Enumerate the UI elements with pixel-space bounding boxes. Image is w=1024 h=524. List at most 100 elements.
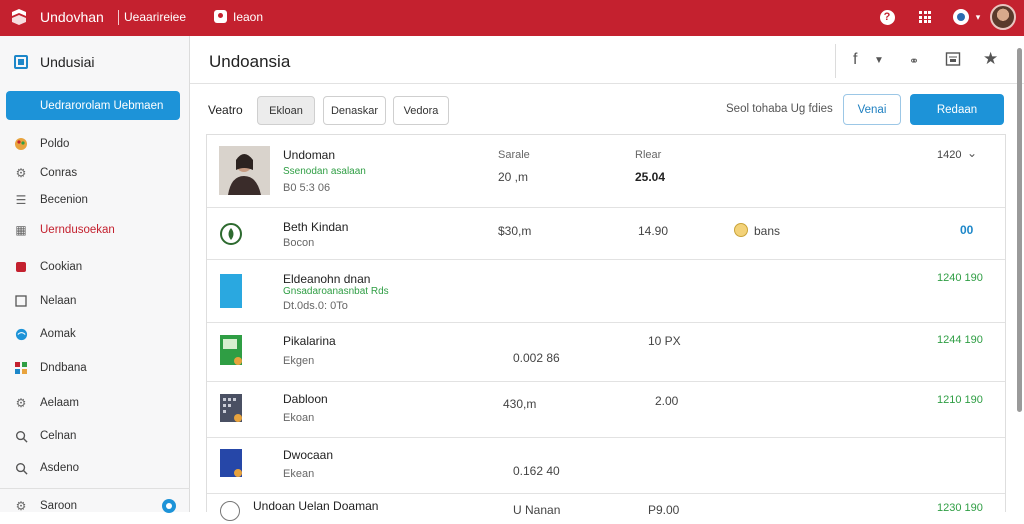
table-row[interactable]: Undoan Uelan Doaman U Nanan P9.00 1230 1… xyxy=(207,494,1005,524)
notification-icon[interactable] xyxy=(952,8,970,26)
scrollbar[interactable] xyxy=(1017,48,1022,412)
filter-chip[interactable]: Denaskar xyxy=(323,96,386,125)
sidebar-item-cookian[interactable]: Cookian xyxy=(14,260,82,274)
sidebar-divider xyxy=(0,488,190,489)
link-icon[interactable]: ⚭ xyxy=(909,54,919,68)
sidebar-header-label: Undusiai xyxy=(40,54,95,70)
row-thumbnail xyxy=(219,146,270,195)
page-header: Undoansia f ▼ ⚭ ★ xyxy=(190,36,1024,84)
sidebar-item-aomak[interactable]: Aomak xyxy=(14,327,76,341)
sidebar-item-label: Cookian xyxy=(40,261,83,273)
calendar-icon[interactable] xyxy=(945,51,961,71)
table-icon: ▦ xyxy=(15,223,27,237)
sidebar-item-label: Aomak xyxy=(40,328,76,340)
row-name: Beth Kindan xyxy=(283,220,349,234)
table-row[interactable]: Beth Kindan Bocon $30,m 14.90 bans 00 xyxy=(207,208,1005,260)
primary-button[interactable]: Redaan xyxy=(910,94,1004,125)
sidebar-active-item[interactable]: Uedrarorolam Uebmaen xyxy=(6,91,180,120)
row-value-1: U Nanan xyxy=(513,503,561,517)
table-row[interactable]: Dabloon Ekoan 430,m 2.00 1210 190 xyxy=(207,382,1005,438)
sidebar: Undusiai Uedrarorolam Uebmaen Poldo ⚙ Co… xyxy=(0,36,190,513)
palette-icon xyxy=(14,137,28,151)
sidebar-item-dndbana[interactable]: Dndbana xyxy=(14,361,87,375)
leaf-icon xyxy=(220,223,242,245)
row-count: 1240 190 xyxy=(937,272,983,284)
row-value-1: 430,m xyxy=(503,397,537,411)
app-title: Undovhan xyxy=(40,9,104,25)
sidebar-item-saroon[interactable]: ⚙ Saroon xyxy=(14,499,77,513)
sidebar-item-label: Aelaam xyxy=(40,397,79,409)
chevron-down-icon[interactable]: ⌄ xyxy=(967,146,977,160)
sidebar-header[interactable]: Undusiai xyxy=(14,54,94,70)
square-icon xyxy=(14,294,28,308)
row-value-2: 14.90 xyxy=(638,224,669,238)
book-thumbnail xyxy=(220,335,242,365)
table-row[interactable]: Eldeanohn dnan Gnsadaroanasnbat Rds Dt.0… xyxy=(207,260,1005,323)
row-meta: B0 5:3 06 xyxy=(283,182,331,194)
sidebar-item-aelaam[interactable]: ⚙ Aelaam xyxy=(14,396,79,410)
filter-chip[interactable]: Ekloan xyxy=(257,96,315,125)
settings-icon: ⚙ xyxy=(15,166,27,180)
table-row[interactable]: Undoman Ssenodan asalaan B0 5:3 06 Saral… xyxy=(207,135,1005,208)
apps-icon xyxy=(14,361,28,375)
row-link[interactable]: 00 xyxy=(960,223,973,237)
settings-icon: ⚙ xyxy=(15,499,27,513)
title-separator xyxy=(118,10,119,25)
page-title: Undoansia xyxy=(209,52,291,71)
row-name: Undoan Uelan Doaman xyxy=(253,499,379,513)
row-value-2: 2.00 xyxy=(655,394,679,408)
chevron-down-icon[interactable]: ▾ xyxy=(969,8,987,26)
star-icon[interactable]: ★ xyxy=(983,49,998,69)
row-name: Undoman xyxy=(283,148,336,162)
apps-grid-icon[interactable] xyxy=(916,8,934,26)
sidebar-item-becenion[interactable]: ☰ Becenion xyxy=(14,193,88,207)
search-icon xyxy=(14,461,28,475)
row-meta: Ekgen xyxy=(283,355,315,367)
record-icon[interactable] xyxy=(214,10,227,23)
sidebar-item-label: Nelaan xyxy=(40,295,77,307)
app-logo-icon[interactable] xyxy=(10,8,28,26)
sidebar-item-conras[interactable]: ⚙ Conras xyxy=(14,166,77,180)
row-value-2: P9.00 xyxy=(648,503,680,517)
user-avatar[interactable] xyxy=(990,4,1016,30)
row-value-1: 0.162 40 xyxy=(513,464,560,478)
row-meta: Dt.0ds.0: 0To xyxy=(283,300,348,312)
item-table: Undoman Ssenodan asalaan B0 5:3 06 Saral… xyxy=(206,134,1006,524)
row-name: Dwocaan xyxy=(283,448,334,462)
bookmark-icon xyxy=(14,260,28,274)
chevron-down-icon[interactable]: ▼ xyxy=(874,55,884,66)
filter-chip[interactable]: Vedora xyxy=(393,96,449,125)
help-icon[interactable]: ? xyxy=(878,8,896,26)
row-value-2: 25.04 xyxy=(635,170,666,184)
list-icon: ☰ xyxy=(15,193,27,207)
row-value-1: $30,m xyxy=(498,224,532,238)
sidebar-item-label: Poldo xyxy=(40,138,70,150)
toolbar: Veatro Ekloan Denaskar Vedora Seol tohab… xyxy=(190,84,1024,134)
top-link[interactable]: Ieaon xyxy=(233,10,263,24)
row-count: 1230 190 xyxy=(937,502,983,514)
font-icon[interactable]: f xyxy=(853,51,857,69)
book-thumbnail xyxy=(220,449,242,477)
col-header-2: Rlear xyxy=(635,149,662,161)
document-thumbnail xyxy=(220,274,242,308)
sidebar-item-poldo[interactable]: Poldo xyxy=(14,137,69,151)
workspace-label[interactable]: Ueaarireiee xyxy=(124,10,186,24)
grid-thumbnail xyxy=(220,394,242,422)
secondary-button[interactable]: Venai xyxy=(843,94,901,125)
row-meta: Ekean xyxy=(283,468,315,480)
row-name: Dabloon xyxy=(283,392,328,406)
header-divider xyxy=(835,44,836,78)
row-count: 1210 190 xyxy=(937,394,983,406)
sidebar-item-celnan[interactable]: Celnan xyxy=(14,429,76,443)
table-row[interactable]: Dwocaan Ekean 0.162 40 xyxy=(207,438,1005,494)
table-row[interactable]: Pikalarina Ekgen 0.002 86 10 PX 1244 190 xyxy=(207,323,1005,382)
main-panel: Undoansia f ▼ ⚭ ★ Veatro Ekloan Denaskar… xyxy=(190,36,1024,524)
status-badge[interactable] xyxy=(162,499,176,513)
sidebar-item-asdeno[interactable]: Asdeno xyxy=(14,461,79,475)
sidebar-item-nelaan[interactable]: Nelaan xyxy=(14,294,76,308)
search-icon xyxy=(14,429,28,443)
row-status: Gnsadaroanasnbat Rds xyxy=(283,286,389,297)
sidebar-item-uerndusoekan[interactable]: ▦ Uerndusoekan xyxy=(14,223,114,237)
globe-icon xyxy=(14,327,28,341)
row-value-1: 20 ,m xyxy=(498,170,529,184)
